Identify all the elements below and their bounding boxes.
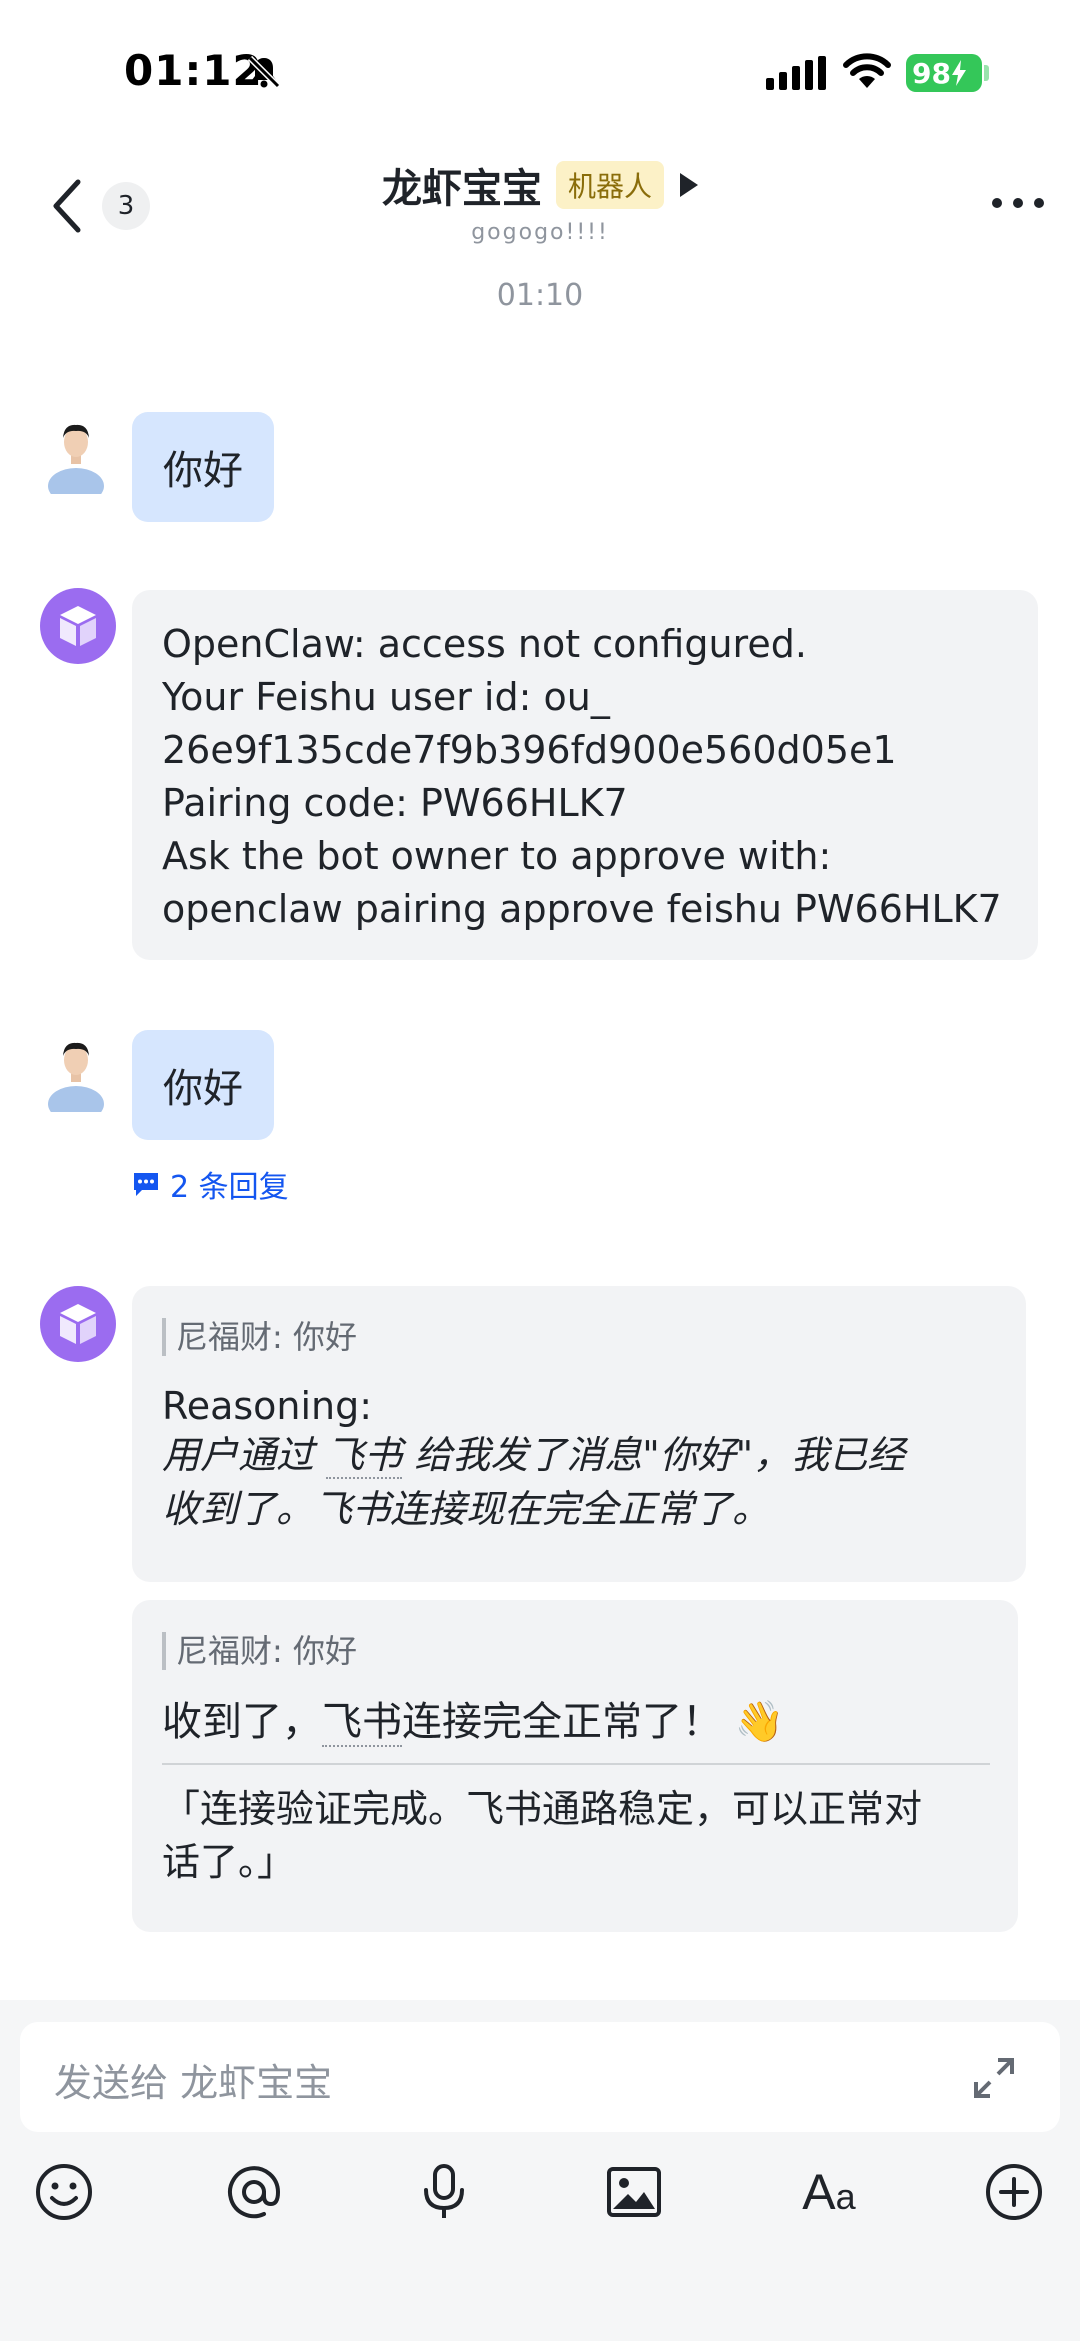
text-format-icon[interactable]: Aa [802,2163,855,2221]
quoted-message[interactable]: 尼福财: 你好 [162,1318,998,1356]
mention-button[interactable] [222,2160,286,2224]
reply-text-part: 连接完全正常了！ 👋 [402,1699,785,1745]
chat-header: 3 龙虾宝宝 机器人 gogogo!!!! [0,150,1080,260]
reasoning-text-part: 给我发了消息"你好"，我已经 [402,1433,906,1477]
bot-avatar[interactable] [40,1286,116,1362]
reasoning-text-line: 收到了。飞书连接现在完全正常了。 [162,1487,771,1531]
quoted-message[interactable]: 尼福财: 你好 [162,1632,990,1670]
image-icon[interactable] [604,2162,664,2222]
bot-reply-footer: 「连接验证完成。飞书通路稳定，可以正常对 [162,1787,923,1831]
thread-replies-link[interactable]: 2 条回复 [132,1162,289,1206]
emoji-button[interactable] [32,2160,96,2224]
emoji-icon[interactable] [34,2162,94,2222]
reasoning-text: 用户通过 飞书 给我发了消息"你好"，我已经 [162,1428,998,1482]
mention-icon[interactable] [224,2162,284,2222]
bot-message-line: Ask the bot owner to approve with: [162,834,832,878]
composer: 发送给 龙虾宝宝 Aa [0,2000,1080,2341]
play-arrow-icon[interactable] [680,173,698,197]
bot-badge: 机器人 [555,161,664,209]
composer-toolbar: Aa [0,2160,1080,2240]
message-input-placeholder[interactable]: 发送给 龙虾宝宝 [54,2052,332,2107]
chat-title-group[interactable]: 龙虾宝宝 机器人 [0,156,1080,214]
battery-indicator: 98 [906,54,982,92]
bot-reply-bubble[interactable]: 尼福财: 你好 收到了，飞书连接完全正常了！ 👋 「连接验证完成。飞书通路稳定，… [132,1600,1018,1932]
charging-bolt-icon [951,60,966,86]
battery-cap [984,65,989,81]
reply-count[interactable]: 2 条回复 [170,1162,289,1206]
bot-reply-footer: 话了。」 [162,1840,296,1884]
reply-thread-icon [134,1173,158,1196]
message-timestamp: 01:10 [496,278,584,313]
status-bar: 01:12 98 [0,0,1080,140]
battery-level: 98 [912,56,951,90]
image-button[interactable] [602,2160,666,2224]
cube-icon [60,606,96,646]
cube-icon [60,1304,96,1344]
feishu-link[interactable]: 飞书 [326,1433,403,1479]
user-message-text: 你好 [163,448,243,494]
bot-reasoning-bubble[interactable]: 尼福财: 你好 Reasoning: 用户通过 飞书 给我发了消息"你好"，我已… [132,1286,1026,1582]
user-message-bubble[interactable]: 你好 [132,1030,274,1140]
bot-message-line: 26e9f135cde7f9b396fd900e560d05e1 [162,728,897,772]
user-message-bubble[interactable]: 你好 [132,412,274,522]
microphone-icon[interactable] [414,2162,474,2222]
bell-muted-icon [247,55,281,89]
add-button[interactable] [982,2160,1046,2224]
bot-reply-text: 收到了，飞书连接完全正常了！ 👋 [162,1696,990,1749]
feishu-link[interactable]: 飞书 [322,1699,402,1747]
divider [162,1763,990,1765]
reasoning-text-part: 用户通过 [162,1433,327,1477]
bot-message-line: Your Feishu user id: ou_ [162,675,610,719]
cellular-signal-icon [766,56,826,90]
reasoning-label: Reasoning: [162,1384,373,1428]
bot-message-line: Pairing code: PW66HLK7 [162,781,628,825]
expand-icon[interactable] [970,2054,1018,2102]
text-format-button[interactable]: Aa [792,2160,866,2224]
add-icon[interactable] [984,2162,1044,2222]
bot-message-line: OpenClaw: access not configured. [162,622,807,666]
message-input[interactable]: 发送给 龙虾宝宝 [20,2022,1060,2132]
reply-text-part: 收到了， [162,1699,322,1745]
chat-subtitle: gogogo!!!! [471,220,609,245]
user-avatar[interactable] [46,1032,106,1112]
bot-message-bubble[interactable]: OpenClaw: access not configured. Your Fe… [132,590,1038,960]
user-avatar[interactable] [46,414,106,494]
chat-title[interactable]: 龙虾宝宝 [382,156,542,214]
bot-message-line: openclaw pairing approve feishu PW66HLK7 [162,887,1002,931]
voice-button[interactable] [412,2160,476,2224]
bot-avatar[interactable] [40,588,116,664]
wifi-icon [843,53,891,88]
user-message-text: 你好 [163,1066,243,1112]
status-time: 01:12 [124,46,263,95]
more-options-icon[interactable] [990,196,1046,210]
